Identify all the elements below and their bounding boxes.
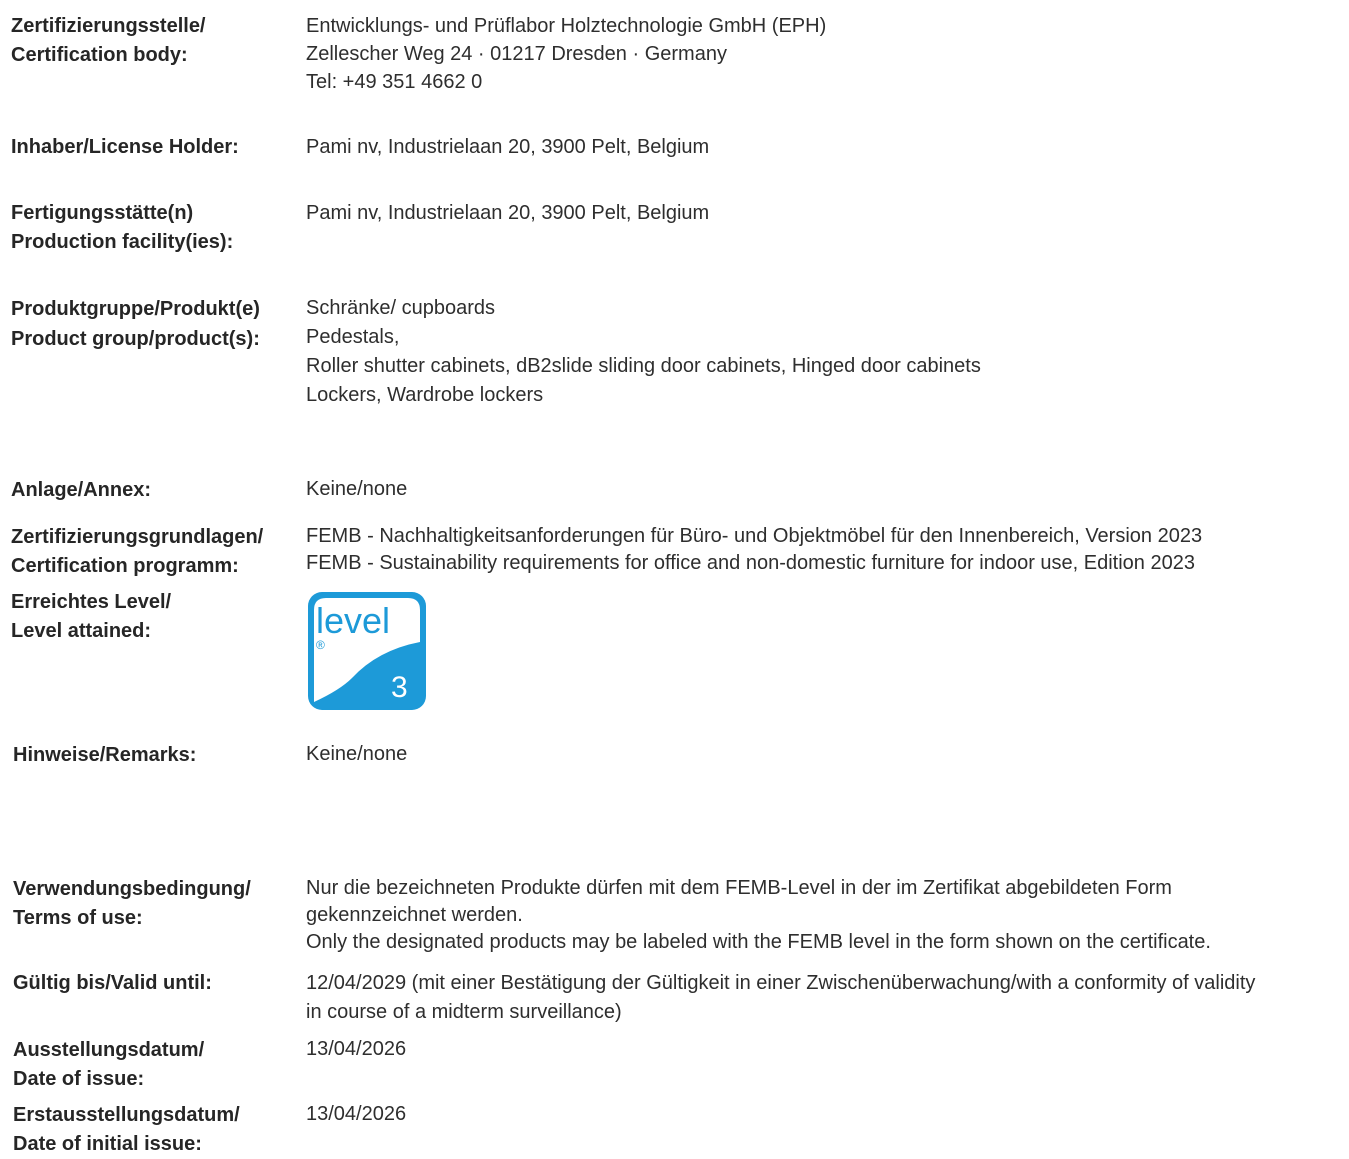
label-annex: Anlage/Annex: [11,479,152,501]
value-license-holder: Pami nv, Industrielaan 20, 3900 Pelt, Be… [306,136,710,158]
logo-level-number: 3 [391,671,408,704]
value-date-of-issue: 13/04/2026 [306,1038,407,1060]
label-production-facility: Fertigungsstätte(n) Production facility(… [11,202,234,253]
femb-level-logo: level ® 3 [308,592,426,710]
label-valid-until: Gültig bis/Valid until: [13,972,212,994]
value-products: Schränke/ cupboards Pedestals, Roller sh… [306,297,981,406]
label-certification-body: Zertifizierungsstelle/ Certification bod… [11,15,206,66]
value-date-of-initial-issue: 13/04/2026 [306,1103,407,1125]
value-production-facility: Pami nv, Industrielaan 20, 3900 Pelt, Be… [306,202,710,224]
label-level-attained: Erreichtes Level/ Level attained: [11,591,172,642]
label-date-of-issue: Ausstellungsdatum/ Date of issue: [13,1039,205,1090]
label-date-of-initial-issue: Erstausstellungsdatum/ Date of initial i… [13,1104,240,1155]
value-certification-programme: FEMB - Nachhaltigkeitsanforderungen für … [306,525,1203,574]
value-remarks: Keine/none [306,743,408,765]
value-certification-body: Entwicklungs- und Prüflabor Holztechnolo… [306,15,827,93]
logo-word: level [316,600,390,641]
label-remarks: Hinweise/Remarks: [13,744,197,766]
value-annex: Keine/none [306,478,408,500]
label-license-holder: Inhaber/License Holder: [11,136,239,158]
value-valid-until: 12/04/2029 (mit einer Bestätigung der Gü… [306,972,1256,1023]
value-terms-of-use: Nur die bezeichneten Produkte dürfen mit… [306,877,1211,953]
label-terms-of-use: Verwendungsbedingung/ Terms of use: [13,878,251,929]
label-certification-programme: Zertifizierungsgrundlagen/ Certification… [11,526,264,577]
logo-registered-mark: ® [316,638,325,652]
label-products: Produktgruppe/Produkt(e) Product group/p… [11,298,260,350]
